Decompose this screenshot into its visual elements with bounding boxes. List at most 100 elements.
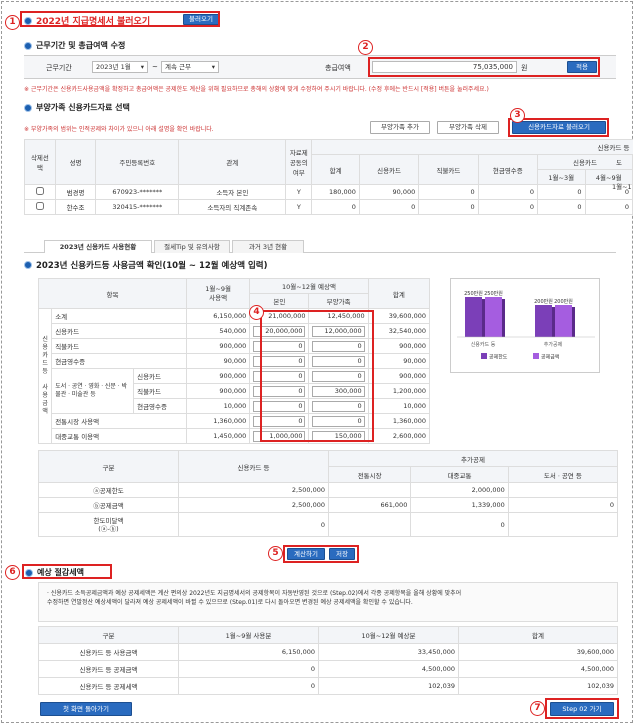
chart-data-label: 250만원 xyxy=(484,290,503,297)
expected-tax-note: · 신용카드 소득공제금액과 예상 공제세액은 계산 편의상 2022년도 지급… xyxy=(38,582,618,622)
tilde: ~ xyxy=(152,63,158,71)
bullet-icon xyxy=(24,41,32,50)
start-month-value: 2023년 1월 xyxy=(96,63,131,71)
side-label-1: 신용카드등 xyxy=(42,336,48,375)
cell-total: 90,000 xyxy=(367,353,431,369)
cell-m13: 0 xyxy=(537,184,586,200)
table-row: ⓐ공제한도 2,500,000 2,000,000 xyxy=(38,482,619,498)
table-row: 한수조 320415-******* 소득자의 직계존속 Y 0 0 0 0 0… xyxy=(24,199,633,215)
cell-forecast: 4,500,000 xyxy=(318,660,459,678)
cell-card: 2,500,000 xyxy=(178,482,329,498)
highlight-box-7 xyxy=(545,698,619,719)
cell-market xyxy=(327,482,412,498)
col-credit: 신용카드 xyxy=(358,154,420,185)
cell-label: 신용카드 등 사용금액 xyxy=(38,643,179,661)
cell-forecast: 33,450,000 xyxy=(318,643,459,661)
highlight-box-1 xyxy=(20,11,220,27)
cell-total: 1,360,000 xyxy=(367,413,431,429)
cell-total: 900,000 xyxy=(367,338,431,354)
tab-tips[interactable]: 절세Tip 및 유의사항 xyxy=(154,240,230,253)
cell-used: 1,360,000 xyxy=(185,413,251,429)
cell-used: 90,000 xyxy=(185,353,251,369)
section-title: 부양가족 신용카드자료 선택 xyxy=(36,103,130,112)
income-label: 총급여액 xyxy=(325,64,351,72)
end-month-select[interactable]: 계속 근무 ▾ xyxy=(161,61,219,73)
cell-used: 6,150,000 xyxy=(185,308,251,324)
col-used: 1월~9월 사용액 xyxy=(185,278,251,309)
col-forecast: 10월~12월 예상액 xyxy=(249,278,369,294)
cell-used: 10,000 xyxy=(185,398,251,414)
section-period-income: 근무기간 및 총급여액 수정 xyxy=(24,40,125,51)
cell-card: 2,500,000 xyxy=(178,497,329,513)
col-total: 합계 xyxy=(458,626,618,644)
col-extra: 추가공제 xyxy=(328,450,618,467)
cell-m13: 0 xyxy=(537,199,586,215)
section-title: 근무기간 및 총급여액 수정 xyxy=(36,41,126,50)
chart-bar-side xyxy=(482,299,485,337)
cell-total: 32,540,000 xyxy=(367,323,431,339)
marker-3: 3 xyxy=(510,108,525,123)
chart-category-label: 추가공제 xyxy=(544,341,563,348)
cell-card: 0 xyxy=(178,512,329,537)
end-month-value: 계속 근무 xyxy=(165,63,191,71)
col-gubun: 구분 xyxy=(38,626,179,644)
chevron-down-icon: ▾ xyxy=(211,63,215,71)
bullet-icon xyxy=(24,103,32,112)
highlight-box-6 xyxy=(22,564,112,579)
table-row: 범경명 670923-******* 소득자 본인 Y 180,000 90,0… xyxy=(24,184,633,200)
cell-market: 661,000 xyxy=(327,497,412,513)
cell-total: 39,600,000 xyxy=(367,308,431,324)
cell-market xyxy=(327,512,412,537)
chart-bar-side xyxy=(502,299,505,337)
cell-label: 신용카드 등 공제세액 xyxy=(38,677,179,695)
chart-svg: 250만원 250만원신용카드 등 200만원 200만원추가공제공제한도 공제금액 xyxy=(457,290,595,361)
add-dependent-button[interactable]: 부양가족 추가 xyxy=(370,121,430,134)
cell-total: 4,500,000 xyxy=(458,660,618,678)
section-title: 2023년 신용카드등 사용금액 확인(10월 ~ 12월 예상액 입력) xyxy=(36,261,268,271)
row-checkbox[interactable] xyxy=(35,202,44,210)
cell-culture xyxy=(507,482,619,498)
highlight-box-3 xyxy=(508,118,609,137)
delete-dependent-button[interactable]: 부양가족 삭제 xyxy=(437,121,499,134)
tab-usage[interactable]: 2023년 신용카드 사용현황 xyxy=(44,240,152,253)
cell-cash: 0 xyxy=(477,184,539,200)
col-gubun: 구분 xyxy=(38,450,179,483)
col-debit: 직불카드 xyxy=(418,154,479,185)
row-checkbox[interactable] xyxy=(35,187,44,195)
marker-7: 7 xyxy=(530,701,545,716)
chart-data-label: 250만원 xyxy=(464,290,483,297)
back-to-start-button[interactable]: 첫 화면 돌아가기 xyxy=(40,702,132,716)
col-consent: 자료제공동의여부 xyxy=(285,139,313,185)
cell-culture: 0 xyxy=(507,497,619,513)
col-used: 1월~9월 사용분 xyxy=(178,626,319,644)
col-cash: 현금영수증 xyxy=(477,154,539,185)
highlight-box-2 xyxy=(368,57,600,77)
cell-transit: 0 xyxy=(410,512,509,537)
cell-label: ⓐ공제한도 xyxy=(38,482,179,498)
chart-legend-label: 공제한도 xyxy=(489,354,508,361)
tab-history[interactable]: 과거 3년 현황 xyxy=(232,240,304,253)
cell-label: 대중교통 이용액 xyxy=(51,428,187,444)
cell-total: 102,039 xyxy=(458,677,618,695)
cell-debit: 0 xyxy=(418,184,479,200)
cell-label: ⓑ공제금액 xyxy=(38,497,179,513)
col-m1: 1월~1 xyxy=(612,183,632,191)
col-market: 전통시장 xyxy=(327,466,412,483)
cell-rrn: 670923-******* xyxy=(95,184,180,200)
col-name: 성명 xyxy=(54,139,97,185)
cell-label: 신용카드 등 공제금액 xyxy=(38,660,179,678)
cell-total: 2,600,000 xyxy=(367,428,431,444)
col-item: 항목 xyxy=(38,278,187,309)
bullet-icon xyxy=(24,261,32,269)
cell-used: 540,000 xyxy=(185,323,251,339)
cell-m49: 0 xyxy=(584,199,633,215)
col-forecast: 10월~12월 예상분 xyxy=(318,626,459,644)
table-row: 신용카드 등 공제세액 0 102,039 102,039 xyxy=(38,677,618,695)
start-month-select[interactable]: 2023년 1월 ▾ xyxy=(92,61,148,73)
cell-used: 6,150,000 xyxy=(178,643,319,661)
chart-bar-side xyxy=(572,307,575,337)
cell-transit: 2,000,000 xyxy=(410,482,509,498)
chart-legend-label: 공제금액 xyxy=(541,354,560,361)
cell-total: 900,000 xyxy=(367,368,431,384)
cell-name: 한수조 xyxy=(54,199,97,215)
